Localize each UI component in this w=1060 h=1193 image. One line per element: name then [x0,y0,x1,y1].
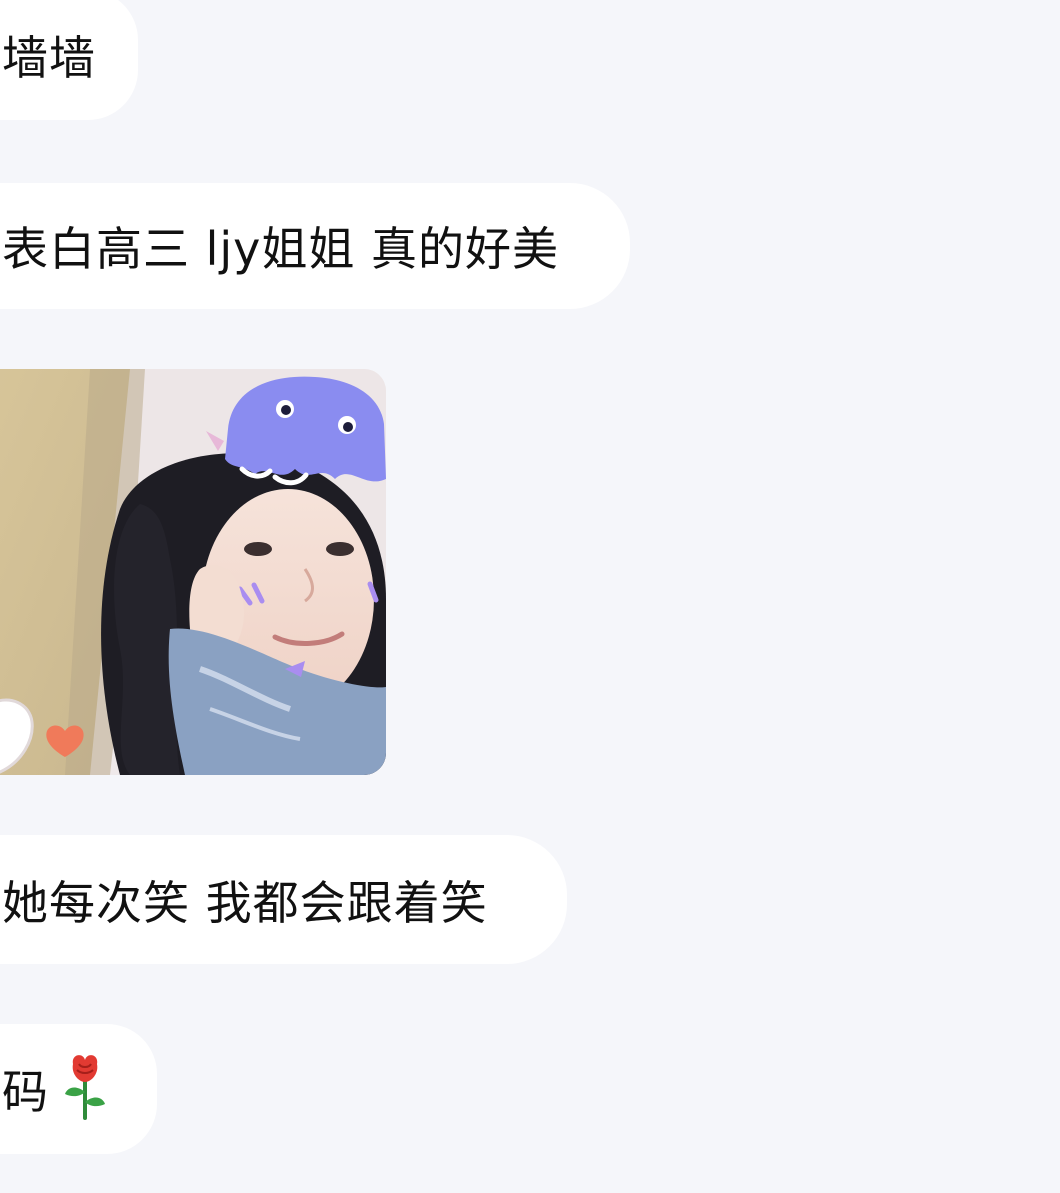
rose-icon [65,1055,105,1120]
message-bubble[interactable]: 表白高三 ljy姐姐 真的好美 [0,183,630,309]
message-text: 表白高三 ljy姐姐 真的好美 [2,222,560,276]
photo-girl-with-dinosaur-sticker [0,369,386,775]
message-bubble[interactable]: 码 [0,1024,157,1154]
chat-message-list[interactable]: 墙墙 表白高三 ljy姐姐 真的好美 她每次笑 我都会跟着笑 码 [0,0,1060,1193]
message-bubble[interactable]: 她每次笑 我都会跟着笑 [0,835,567,964]
message-image[interactable] [0,369,386,775]
message-text: 她每次笑 我都会跟着笑 [2,875,488,930]
message-bubble[interactable]: 墙墙 [0,0,138,120]
message-text: 墙墙 [2,31,96,85]
message-text: 码 [2,1065,49,1119]
